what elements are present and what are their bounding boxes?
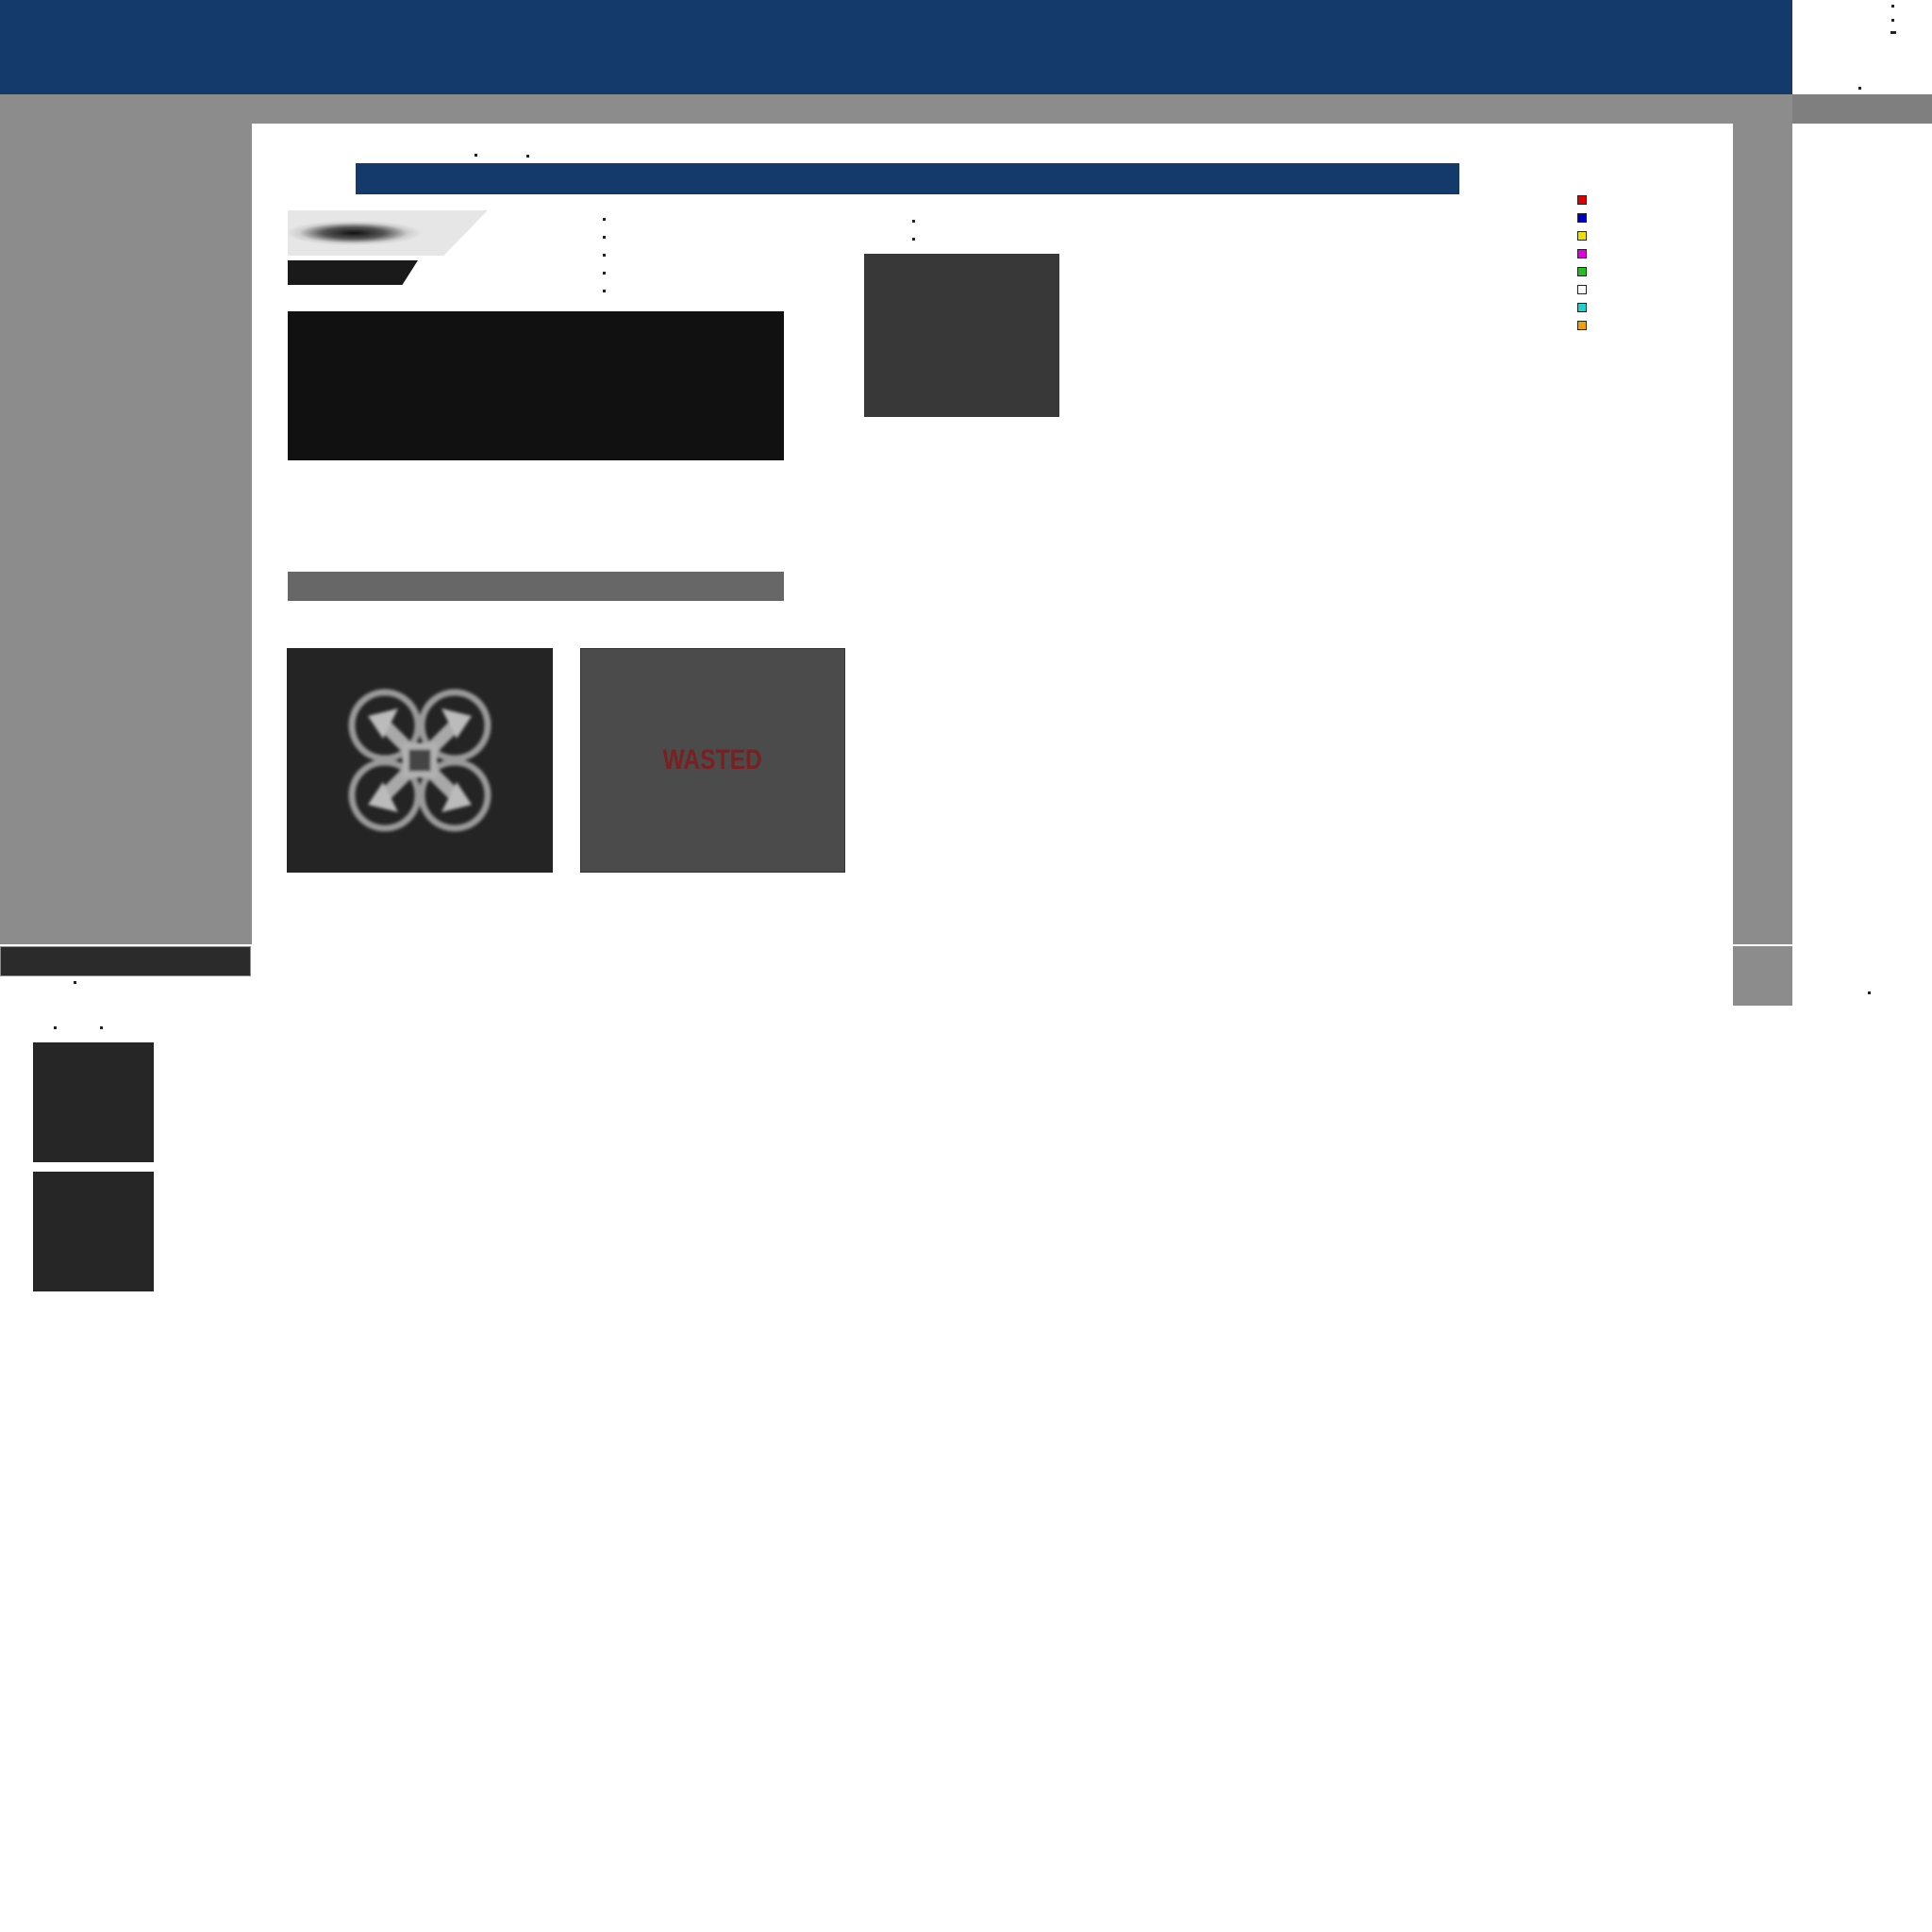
marker-dot bbox=[74, 981, 76, 984]
legend-swatch-cyan bbox=[1577, 303, 1587, 312]
marker-dot bbox=[1858, 87, 1861, 90]
marker-dot bbox=[1868, 991, 1871, 994]
marker-dot bbox=[603, 236, 606, 239]
right-scroll-corner bbox=[1733, 946, 1792, 1006]
legend-swatch-magenta bbox=[1577, 249, 1587, 258]
legend-swatch-yellow bbox=[1577, 231, 1587, 241]
wasted-label: WASTED bbox=[662, 744, 763, 775]
thumbnail[interactable] bbox=[33, 1042, 154, 1162]
marker-dot bbox=[1891, 5, 1894, 8]
marker-dot bbox=[912, 238, 915, 241]
legend-swatch-blue bbox=[1577, 213, 1587, 223]
wasted-tile[interactable]: WASTED bbox=[580, 648, 845, 873]
drone-tile[interactable] bbox=[287, 648, 553, 873]
marker-dot bbox=[100, 1026, 103, 1029]
thumbnail[interactable] bbox=[33, 1172, 154, 1291]
drone-icon bbox=[348, 689, 491, 832]
content-header-bar bbox=[356, 163, 1459, 194]
marker-dot bbox=[1891, 19, 1894, 22]
preview-square[interactable] bbox=[864, 254, 1059, 417]
marker-dot bbox=[603, 254, 606, 257]
video-panel[interactable] bbox=[288, 311, 784, 460]
right-scrollbar[interactable] bbox=[1733, 94, 1792, 944]
top-frame-bar bbox=[252, 94, 1733, 124]
marker-dot bbox=[603, 290, 606, 292]
right-tab[interactable] bbox=[1792, 94, 1932, 124]
bottom-left-bar[interactable] bbox=[0, 946, 251, 976]
marker-dot bbox=[526, 155, 529, 158]
legend-swatch-white bbox=[1577, 285, 1587, 294]
marker-dot bbox=[1890, 31, 1896, 34]
dark-tag bbox=[288, 260, 418, 285]
legend-swatch-orange bbox=[1577, 321, 1587, 330]
top-banner bbox=[0, 0, 1792, 94]
marker-dot bbox=[475, 154, 477, 157]
legend-swatch-red bbox=[1577, 195, 1587, 205]
marker-dot bbox=[912, 220, 915, 223]
marker-dot bbox=[54, 1026, 57, 1029]
legend-swatch-green bbox=[1577, 267, 1587, 276]
marker-dot bbox=[603, 272, 606, 275]
left-sidebar bbox=[0, 94, 252, 944]
marker-dot bbox=[603, 218, 606, 221]
progress-strip[interactable] bbox=[288, 572, 784, 601]
